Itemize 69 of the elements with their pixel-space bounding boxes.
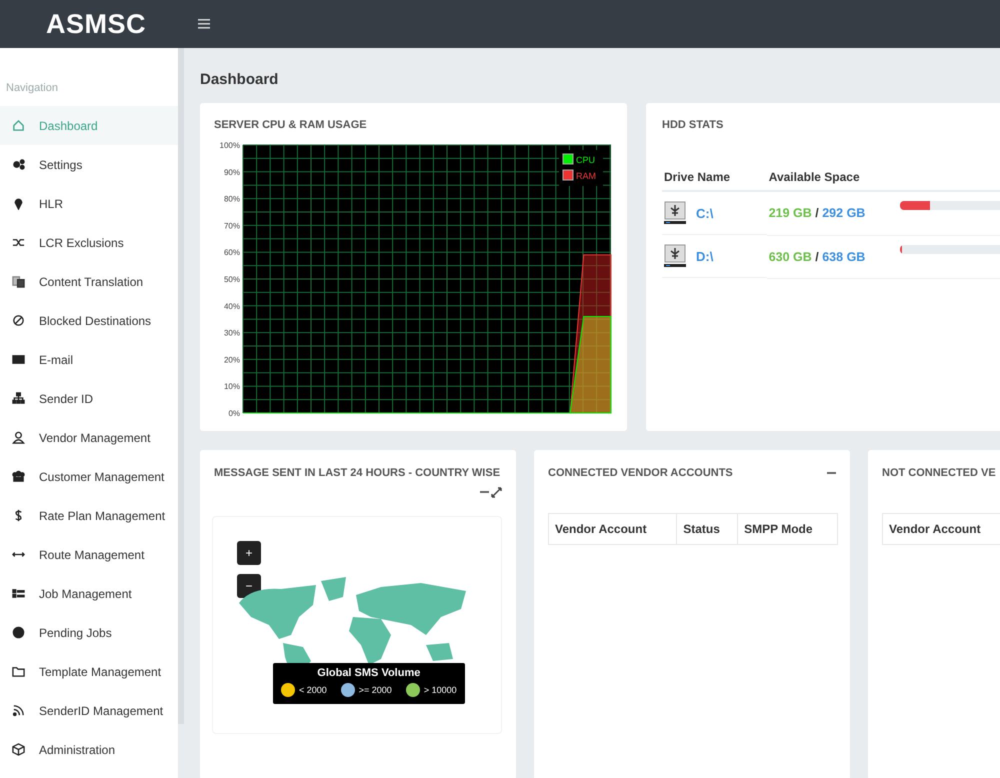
translate-icon (12, 275, 25, 288)
axis-tick-label: 40% (224, 302, 240, 311)
sidebar-item[interactable]: E-mail (0, 340, 178, 379)
axis-tick-label: 30% (224, 328, 240, 338)
card-title: HDD STATS (662, 119, 724, 131)
axis-tick-label: 60% (224, 248, 240, 258)
axis-tick-label: 20% (224, 355, 240, 364)
axis-tick-label: 50% (224, 275, 240, 284)
cube-icon (12, 743, 25, 756)
sitemap-icon (12, 392, 25, 405)
blocked-icon (12, 314, 25, 327)
column-header: Vendor Account (882, 514, 1000, 544)
sidebar-item[interactable]: Pending Jobs (0, 613, 178, 652)
axis-tick-label: 90% (224, 168, 240, 177)
page-title: Dashboard (200, 71, 280, 88)
sidebar-item[interactable]: Job Management (0, 574, 178, 613)
sidebar-item[interactable]: Administration (0, 730, 178, 769)
zoom-in-button[interactable]: + (237, 541, 261, 565)
legend-label: CPU (576, 155, 596, 165)
rss-icon (12, 704, 25, 717)
column-header: Vendor Account (548, 514, 677, 544)
sidebar-item[interactable]: Content Translation (0, 262, 178, 301)
legend-title: Global SMS Volume (316, 667, 422, 679)
axis-tick-label: 10% (224, 382, 240, 392)
drive-icon (664, 201, 686, 225)
legend-label: < 2000 (299, 685, 327, 695)
legend-label: RAM (576, 171, 596, 181)
axis-tick-label: 0% (228, 409, 240, 418)
sidebar-item[interactable]: Route Management (0, 535, 178, 574)
minimize-icon[interactable] (480, 491, 489, 494)
axis-tick-label: 70% (224, 221, 240, 230)
column-header: Drive Name (662, 164, 767, 191)
sidebar-item[interactable]: HLR (0, 184, 178, 223)
user-icon (12, 431, 25, 444)
axis-tick-label: 100% (220, 141, 240, 150)
sidebar-heading: Navigation (5, 82, 59, 94)
card-title: MESSAGE SENT IN LAST 24 HOURS - COUNTRY WISE (214, 467, 502, 479)
map-pin-icon (12, 197, 25, 210)
scrollbar[interactable] (178, 48, 184, 724)
logo: ASMSC (44, 8, 147, 40)
list-icon (12, 587, 25, 600)
circle-icon (12, 626, 25, 639)
drive-icon (664, 244, 686, 268)
column-header: SMPP Mode (738, 514, 838, 544)
sidebar-item[interactable]: Template Management (0, 652, 178, 691)
legend-label: >= 2000 (358, 685, 392, 695)
column-header: Available Space (766, 164, 898, 191)
space-text: 219 GB / 292 GB (766, 191, 898, 235)
sidebar-item[interactable]: Customer Management (0, 457, 178, 496)
legend-label: > 10000 (424, 685, 457, 695)
menu-icon[interactable] (198, 19, 210, 29)
space-text: 630 GB / 638 GB (766, 235, 898, 278)
sidebar-item[interactable]: Settings (0, 145, 178, 184)
sidebar-item[interactable]: Blocked Destinations (0, 301, 178, 340)
sidebar-item[interactable]: LCR Exclusions (0, 223, 178, 262)
axis-tick-label: 80% (224, 194, 240, 204)
sidebar-item[interactable]: Sender ID (0, 379, 178, 418)
card-title: NOT CONNECTED VE (882, 467, 997, 479)
folder-icon (12, 665, 25, 678)
sidebar-item[interactable]: Rate Plan Management (0, 496, 178, 535)
card-title: SERVER CPU & RAM USAGE (214, 119, 368, 131)
shuffle-icon (12, 236, 25, 249)
sidebar-item[interactable]: SenderID Management (0, 691, 178, 730)
home-icon (12, 119, 25, 132)
minimize-icon[interactable] (827, 472, 836, 474)
card-title: CONNECTED VENDOR ACCOUNTS (548, 467, 733, 479)
expand-icon[interactable] (491, 487, 502, 498)
sidebar-item[interactable]: Vendor Management (0, 418, 178, 457)
column-header: Status (676, 514, 738, 544)
